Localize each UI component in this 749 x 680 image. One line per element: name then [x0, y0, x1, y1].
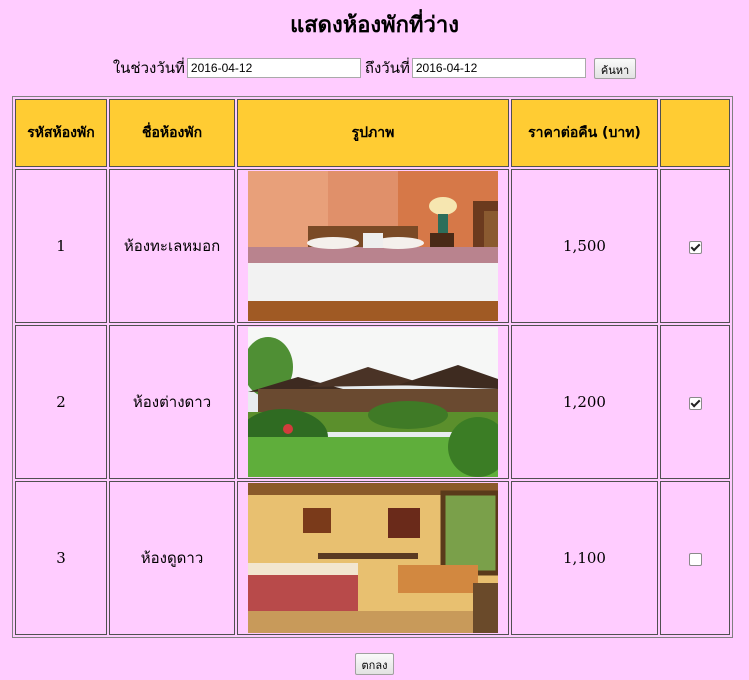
- to-date-input[interactable]: [411, 58, 586, 78]
- room-id: 3: [15, 481, 107, 635]
- room-price: 1,100: [511, 481, 658, 635]
- room-id: 1: [15, 169, 107, 323]
- select-room-checkbox[interactable]: [688, 552, 702, 566]
- date-search-form: ในช่วงวันที่ ถึงวันที่ ค้นหา: [0, 56, 749, 80]
- table-row: 1 ห้องทะเลหมอก 1,500: [15, 169, 730, 323]
- bedroom-photo: [248, 171, 498, 321]
- table-row: 2 ห้องต่างดาว 1,200: [15, 325, 730, 479]
- header-price: ราคาต่อคืน (บาท): [511, 99, 658, 167]
- room-interior-photo: [248, 483, 498, 633]
- table-row: 3 ห้องดูดาว 1,100: [15, 481, 730, 635]
- room-id: 2: [15, 325, 107, 479]
- table-header-row: รหัสห้องพัก ชื่อห้องพัก รูปภาพ ราคาต่อคื…: [15, 99, 730, 167]
- from-date-label: ในช่วงวันที่: [112, 59, 185, 77]
- select-room-checkbox[interactable]: [688, 396, 702, 410]
- room-price: 1,200: [511, 325, 658, 479]
- page-title: แสดงห้องพักที่ว่าง: [290, 13, 459, 38]
- header-photo: รูปภาพ: [237, 99, 509, 167]
- header-room-name: ชื่อห้องพัก: [109, 99, 235, 167]
- header-select: [660, 99, 730, 167]
- search-button[interactable]: ค้นหา: [593, 57, 637, 79]
- room-name: ห้องดูดาว: [109, 481, 235, 635]
- ok-button[interactable]: ตกลง: [354, 653, 395, 675]
- select-room-checkbox[interactable]: [688, 240, 702, 254]
- from-date-input[interactable]: [186, 58, 361, 78]
- room-table: รหัสห้องพัก ชื่อห้องพัก รูปภาพ ราคาต่อคื…: [12, 96, 733, 638]
- room-price: 1,500: [511, 169, 658, 323]
- header-room-id: รหัสห้องพัก: [15, 99, 107, 167]
- room-name: ห้องต่างดาว: [109, 325, 235, 479]
- resort-garden-photo: [248, 327, 498, 477]
- room-name: ห้องทะเลหมอก: [109, 169, 235, 323]
- to-date-label: ถึงวันที่: [364, 59, 410, 77]
